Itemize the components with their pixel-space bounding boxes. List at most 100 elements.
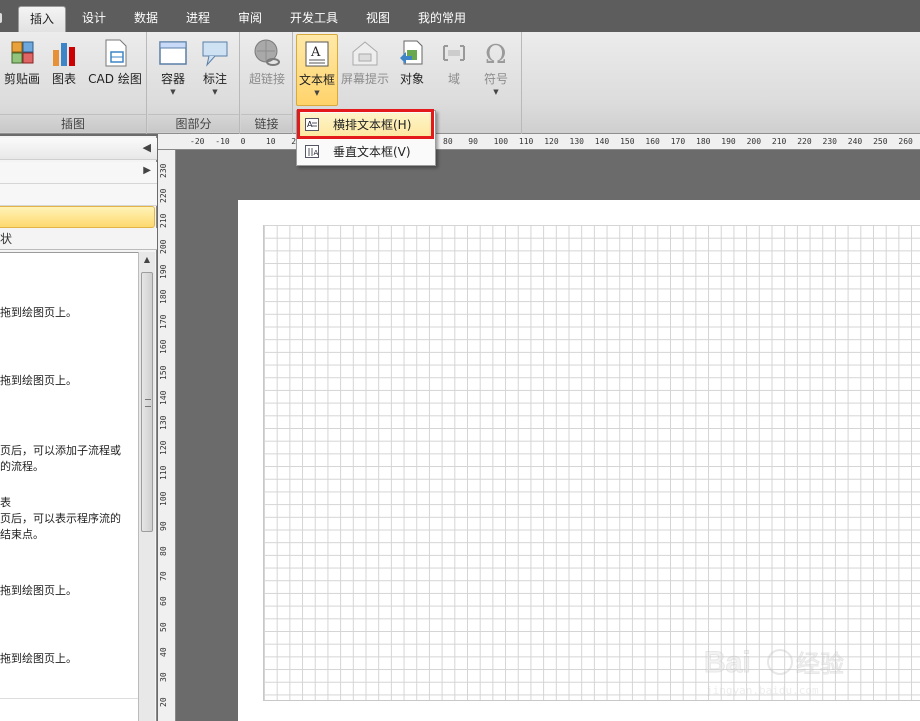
field-button[interactable]: 域 bbox=[434, 34, 474, 106]
scrollbar-thumb[interactable] bbox=[141, 272, 153, 532]
ruler-tick-label: 230 bbox=[159, 163, 168, 178]
ruler-tick-label: 180 bbox=[696, 137, 711, 146]
ruler-tick-label: 100 bbox=[493, 137, 509, 146]
list-item[interactable]: 拖到绘图页上。 bbox=[0, 305, 136, 321]
list-item[interactable]: 页后，可以添加子流程或 的流程。 bbox=[0, 443, 136, 475]
cad-drawing-label: CAD 绘图 bbox=[88, 72, 142, 86]
selected-stencil[interactable] bbox=[0, 206, 155, 228]
group-links-label: 链接 bbox=[241, 114, 292, 132]
horizontal-textbox-item[interactable]: A 横排文本框(H) bbox=[299, 113, 433, 137]
horizontal-ruler[interactable]: -20-100102030405060708090100110120130140… bbox=[158, 134, 920, 150]
container-button[interactable]: 容器 ▼ bbox=[154, 34, 192, 106]
group-illustrations-label: 插图 bbox=[0, 114, 146, 132]
omega-icon: Ω bbox=[485, 40, 507, 68]
page-grid[interactable] bbox=[263, 225, 920, 701]
ruler-tick-label: 150 bbox=[620, 137, 635, 146]
ruler-tick-label: 130 bbox=[159, 415, 168, 430]
tab-process[interactable]: 进程 bbox=[176, 6, 220, 32]
collapse-left-icon[interactable]: ◀ bbox=[143, 141, 151, 154]
baidu-jingyan-watermark: Bai 经验 jingyan.baidu.com bbox=[704, 646, 845, 698]
shapes-panel-header: ◀ bbox=[0, 138, 157, 160]
ruler-tick-label: 100 bbox=[159, 491, 168, 506]
screentip-label: 屏幕提示 bbox=[340, 72, 389, 86]
ribbon: 剪贴画 图表 CAD 绘图 插图 容器 ▼ 标注 ▼ 图部分 超链接 链接 A … bbox=[0, 32, 920, 134]
shape-description-list: 拖到绘图页上。 拖到绘图页上。 页后，可以添加子流程或 的流程。 表 页后，可以… bbox=[0, 252, 138, 721]
list-item[interactable]: 拖到绘图页上。 bbox=[0, 651, 136, 667]
ruler-tick-label: 110 bbox=[518, 137, 534, 146]
tab-design[interactable]: 设计 bbox=[72, 6, 116, 32]
tab-insert[interactable]: 插入 bbox=[18, 6, 66, 32]
group-diagram-parts: 容器 ▼ 标注 ▼ 图部分 bbox=[148, 32, 240, 134]
chart-button[interactable]: 图表 bbox=[46, 34, 82, 106]
screentip-icon bbox=[352, 41, 378, 66]
symbol-button[interactable]: Ω 符号 ▼ bbox=[476, 34, 516, 106]
cad-drawing-icon bbox=[105, 39, 127, 67]
tab-review[interactable]: 审阅 bbox=[228, 6, 272, 32]
svg-text:A: A bbox=[307, 120, 313, 129]
scroll-up-icon[interactable]: ▲ bbox=[139, 252, 155, 268]
description-text: 拖到绘图页上。 bbox=[0, 374, 77, 387]
clipart-icon bbox=[11, 41, 34, 64]
description-text: 拖到绘图页上。 bbox=[0, 584, 77, 597]
vertical-textbox-item[interactable]: A 垂直文本框(V) bbox=[299, 140, 433, 164]
ruler-tick-label: 20 bbox=[159, 697, 168, 708]
list-item[interactable]: 拖到绘图页上。 bbox=[0, 583, 136, 599]
description-text: 拖到绘图页上。 bbox=[0, 306, 77, 319]
hyperlink-label: 超链接 bbox=[248, 72, 285, 86]
ruler-tick-label: -10 bbox=[215, 137, 230, 146]
panel-scrollbar[interactable]: ▲ bbox=[138, 252, 155, 721]
svg-text:Ω: Ω bbox=[485, 40, 507, 68]
bar-chart-icon bbox=[53, 43, 75, 66]
tab-developer[interactable]: 开发工具 bbox=[282, 6, 346, 32]
hyperlink-button[interactable]: 超链接 bbox=[245, 34, 289, 106]
ruler-tick-label: 200 bbox=[746, 137, 762, 146]
textbox-label: 文本框 bbox=[298, 73, 335, 87]
chart-label: 图表 bbox=[51, 72, 76, 86]
list-item[interactable]: 拖到绘图页上。 bbox=[0, 373, 136, 389]
svg-text:jingyan.baidu.com: jingyan.baidu.com bbox=[706, 684, 819, 697]
ruler-tick-label: 130 bbox=[569, 137, 584, 146]
tab-data[interactable]: 数据 bbox=[124, 6, 168, 32]
horizontal-textbox-icon: A bbox=[305, 118, 319, 131]
tab-my-favorites[interactable]: 我的常用 bbox=[410, 6, 474, 32]
field-label: 域 bbox=[447, 72, 460, 86]
ruler-tick-label: 230 bbox=[822, 137, 837, 146]
grip-icon bbox=[145, 399, 151, 407]
clipart-label: 剪贴画 bbox=[3, 72, 40, 86]
ruler-tick-label: 190 bbox=[159, 264, 168, 279]
screentip-button[interactable]: 屏幕提示 bbox=[340, 34, 390, 106]
list-item[interactable]: 表 页后，可以表示程序流的 结束点。 bbox=[0, 495, 136, 543]
description-text: 表 bbox=[0, 496, 11, 509]
object-icon bbox=[400, 40, 423, 65]
vertical-ruler[interactable]: 230 220 210 200 190 180 170 160 150 140 130 120 110 1… bbox=[158, 150, 176, 721]
ruler-tick-label: 70 bbox=[159, 571, 168, 582]
textbox-icon: A bbox=[305, 41, 329, 67]
chevron-down-icon: ▼ bbox=[212, 88, 218, 96]
svg-text:A: A bbox=[314, 149, 319, 157]
chevron-right-icon: ▶ bbox=[143, 165, 151, 176]
object-button[interactable]: 对象 bbox=[394, 34, 430, 106]
ruler-tick-label: 140 bbox=[159, 390, 168, 405]
svg-text:Bai: Bai bbox=[704, 646, 751, 679]
ruler-tick-label: -20 bbox=[190, 137, 205, 146]
group-illustrations: 剪贴画 图表 CAD 绘图 插图 bbox=[0, 32, 147, 134]
tab-partial-icon[interactable] bbox=[0, 6, 8, 32]
cad-drawing-button[interactable]: CAD 绘图 bbox=[86, 34, 144, 106]
clipart-button[interactable]: 剪贴画 bbox=[2, 34, 42, 106]
callout-button[interactable]: 标注 ▼ bbox=[196, 34, 234, 106]
ruler-tick-label: 260 bbox=[898, 137, 913, 146]
more-shapes-row[interactable]: ▶ bbox=[0, 162, 157, 184]
chevron-down-icon: ▼ bbox=[493, 88, 499, 96]
textbox-button[interactable]: A 文本框 ▼ bbox=[296, 34, 338, 106]
ruler-tick-label: 170 bbox=[670, 137, 686, 146]
ruler-tick-label: 200 bbox=[159, 239, 168, 254]
tab-view[interactable]: 视图 bbox=[356, 6, 400, 32]
callout-icon bbox=[202, 41, 228, 67]
hyperlink-globe-icon bbox=[254, 39, 280, 66]
ruler-tick-label: 150 bbox=[159, 365, 168, 380]
shapes-panel: ◀ ▶ 状 拖到绘图页上。 拖到绘图页上。 页后，可以添加子流程或 的流程。 表… bbox=[0, 136, 157, 721]
object-label: 对象 bbox=[399, 72, 424, 86]
ruler-tick-label: 250 bbox=[873, 137, 888, 146]
vertical-textbox-icon: A bbox=[305, 145, 319, 158]
quick-shapes-row[interactable] bbox=[0, 184, 157, 206]
